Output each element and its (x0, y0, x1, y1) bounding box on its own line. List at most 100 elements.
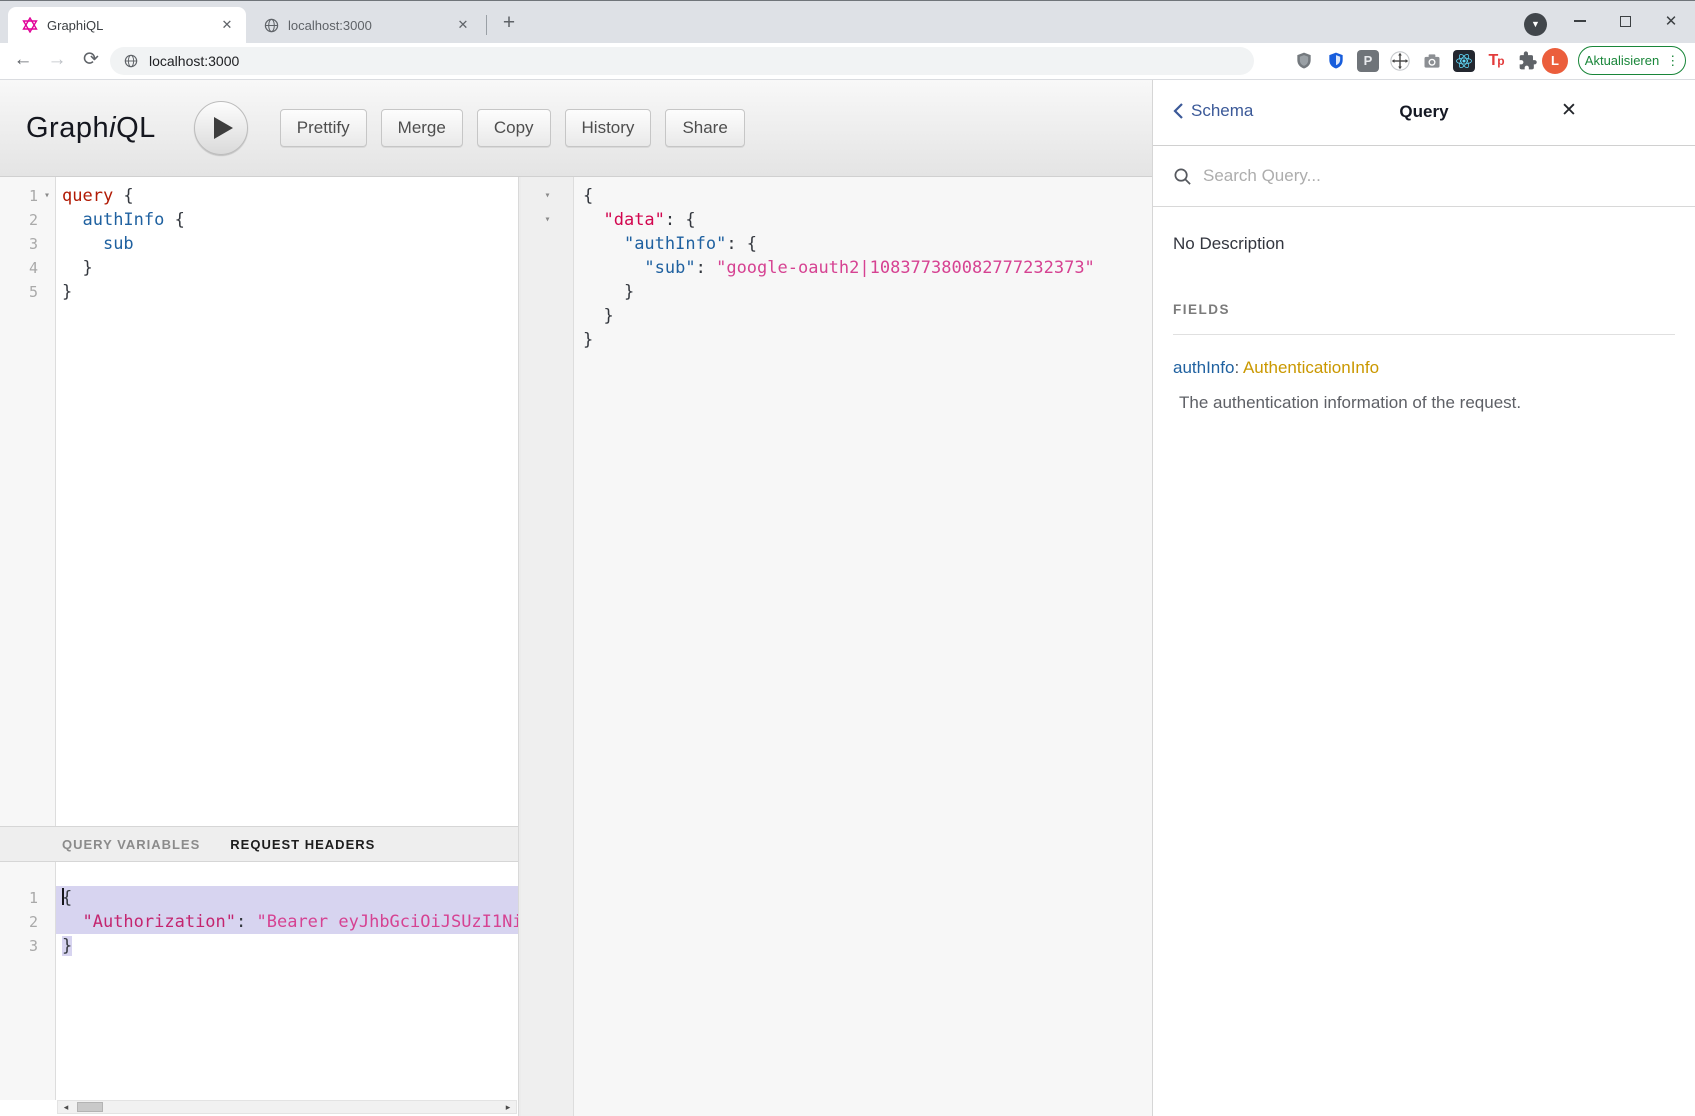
doc-field-authinfo: authInfo: AuthenticationInfo (1173, 358, 1675, 378)
line-number: 1 (0, 184, 38, 208)
doc-explorer-header: Schema Query ✕ (1153, 80, 1695, 146)
fold-arrow-icon[interactable]: ▾ (521, 184, 574, 208)
query-editor-line[interactable]: 2 authInfo { (0, 208, 518, 232)
request-headers-editor[interactable]: 1{2 "Authorization": "Bearer eyJhbGciOiJ… (0, 862, 518, 1100)
new-tab-button[interactable]: + (496, 10, 522, 36)
doc-close-button[interactable]: ✕ (1561, 99, 1577, 122)
fold-spacer (38, 232, 56, 256)
bitwarden-icon[interactable] (1320, 47, 1352, 75)
forward-icon[interactable]: → (44, 47, 70, 73)
line-number: 3 (0, 232, 38, 256)
crosshair-icon[interactable] (1384, 47, 1416, 75)
toolbar-button-copy[interactable]: Copy (477, 109, 551, 147)
tp-extension-icon[interactable]: Tp (1480, 47, 1512, 75)
tab-strip: GraphiQL ✕ localhost:3000 ✕ + ▼ ✕ (0, 0, 1695, 43)
headers-horizontal-scrollbar[interactable]: ◂ ▸ (57, 1100, 517, 1114)
scrollbar-thumb[interactable] (77, 1102, 103, 1112)
query-editor[interactable]: 1▾query {2 authInfo {3 sub4 }5} (0, 177, 518, 826)
play-icon (214, 117, 233, 139)
reload-icon[interactable]: ⟳ (78, 47, 104, 73)
tab-title: GraphiQL (47, 18, 218, 33)
globe-icon (264, 18, 279, 33)
window-close-button[interactable]: ✕ (1654, 8, 1688, 34)
tab-separator (486, 15, 487, 35)
toolbar-button-share[interactable]: Share (665, 109, 744, 147)
fold-arrow-icon[interactable]: ▾ (38, 184, 56, 208)
field-type-link[interactable]: AuthenticationInfo (1243, 358, 1379, 377)
react-devtools-icon[interactable] (1448, 47, 1480, 75)
browser-update-indicator[interactable]: ▼ (1524, 13, 1547, 36)
fold-arrow-icon[interactable]: ▾ (521, 208, 574, 232)
doc-search-row (1153, 146, 1695, 207)
result-line: } (521, 304, 1152, 328)
toolbar-buttons: Prettify Merge Copy History Share (280, 109, 759, 147)
query-editor-line[interactable]: 1▾query { (0, 184, 518, 208)
result-line: ▾{ (521, 184, 1152, 208)
update-button-label: Aktualisieren (1585, 53, 1659, 68)
graphiql-topbar: GraphiQL Prettify Merge Copy History Share (0, 80, 1152, 177)
menu-dots-icon[interactable]: ⋮ (1666, 53, 1679, 69)
fold-spacer (521, 304, 574, 328)
site-globe-icon (124, 54, 138, 68)
tab-graphiql[interactable]: GraphiQL ✕ (8, 7, 246, 43)
result-line: } (521, 328, 1152, 352)
browser-update-button[interactable]: Aktualisieren ⋮ (1578, 46, 1686, 75)
tab-query-variables[interactable]: QUERY VARIABLES (62, 837, 200, 852)
result-viewer: ▾{▾ "data": { "authInfo": { "sub": "goog… (521, 177, 1152, 1116)
search-icon (1173, 167, 1192, 186)
extensions-row: P Tp (1288, 47, 1544, 75)
execute-query-button[interactable] (194, 101, 248, 155)
p-extension-icon[interactable]: P (1352, 47, 1384, 75)
minimize-button[interactable] (1563, 8, 1597, 34)
result-line: ▾ "data": { (521, 208, 1152, 232)
back-icon[interactable]: ← (10, 47, 36, 73)
ublock-icon[interactable] (1288, 47, 1320, 75)
tab-close-icon[interactable]: ✕ (454, 16, 472, 34)
result-line: "authInfo": { (521, 232, 1152, 256)
doc-no-description: No Description (1173, 234, 1675, 254)
query-editor-line[interactable]: 3 sub (0, 232, 518, 256)
doc-fields-heading: FIELDS (1173, 302, 1675, 335)
browser-window: GraphiQL ✕ localhost:3000 ✕ + ▼ ✕ ← → ⟳ … (0, 0, 1695, 1116)
headers-editor-line[interactable]: 2 "Authorization": "Bearer eyJhbGciOiJSU… (0, 910, 518, 934)
url-text: localhost:3000 (149, 53, 239, 69)
minimize-icon (1574, 20, 1586, 22)
doc-search-input[interactable] (1203, 166, 1675, 186)
query-editor-line[interactable]: 5} (0, 280, 518, 304)
toolbar-button-merge[interactable]: Merge (381, 109, 463, 147)
maximize-button[interactable] (1608, 8, 1642, 34)
fold-spacer (521, 232, 574, 256)
doc-explorer-panel: Schema Query ✕ No Description FIELDS aut… (1152, 80, 1695, 1116)
toolbar-button-prettify[interactable]: Prettify (280, 109, 367, 147)
tab-localhost[interactable]: localhost:3000 ✕ (250, 7, 482, 43)
line-number: 2 (0, 910, 38, 934)
fold-spacer (521, 280, 574, 304)
doc-body: No Description FIELDS authInfo: Authenti… (1153, 207, 1695, 413)
tab-request-headers[interactable]: REQUEST HEADERS (230, 837, 375, 852)
fold-spacer (521, 328, 574, 352)
field-separator: : (1234, 358, 1243, 377)
fold-spacer (38, 934, 56, 958)
doc-title: Query (1153, 102, 1695, 122)
address-bar[interactable]: localhost:3000 (110, 47, 1254, 75)
graphiql-logo: GraphiQL (26, 112, 156, 145)
scroll-left-icon[interactable]: ◂ (60, 1101, 72, 1113)
line-number: 3 (0, 934, 38, 958)
extensions-puzzle-icon[interactable] (1512, 47, 1544, 75)
headers-editor-line[interactable]: 3} (0, 934, 518, 958)
field-name-link[interactable]: authInfo (1173, 358, 1234, 377)
maximize-icon (1620, 16, 1631, 27)
headers-editor-line[interactable]: 1{ (0, 886, 518, 910)
line-number: 5 (0, 280, 38, 304)
query-editor-line[interactable]: 4 } (0, 256, 518, 280)
scroll-right-icon[interactable]: ▸ (502, 1101, 514, 1113)
line-number: 2 (0, 208, 38, 232)
line-number: 1 (0, 886, 38, 910)
toolbar-button-history[interactable]: History (565, 109, 652, 147)
profile-avatar[interactable]: L (1542, 48, 1568, 74)
fold-spacer (38, 910, 56, 934)
tab-close-icon[interactable]: ✕ (218, 16, 236, 34)
field-description: The authentication information of the re… (1173, 393, 1675, 413)
camera-icon[interactable] (1416, 47, 1448, 75)
result-line: "sub": "google-oauth2|108377380082777232… (521, 256, 1152, 280)
